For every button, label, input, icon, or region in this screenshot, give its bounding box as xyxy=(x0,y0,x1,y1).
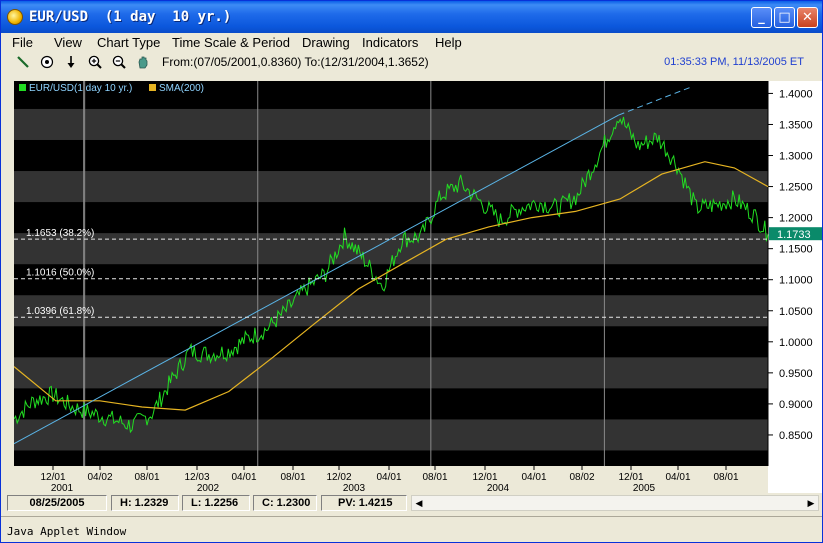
y-tick-label: 1.4000 xyxy=(779,88,813,100)
status-high: H: 1.2329 xyxy=(111,495,179,511)
clock-readout: 01:35:33 PM, 11/13/2005 ET xyxy=(664,56,804,68)
x-tick-label: 12/01 xyxy=(618,472,643,483)
applet-status-bar: Java Applet Window xyxy=(1,516,822,543)
pan-hand-icon[interactable] xyxy=(135,54,151,70)
grid-band xyxy=(14,357,768,389)
fib-level-label: 1.1016 (50.0%) xyxy=(26,268,94,279)
current-price-label: 1.1733 xyxy=(777,229,811,241)
grid-band xyxy=(14,171,768,203)
x-tick-label: 12/03 xyxy=(184,472,209,483)
year-label: 2005 xyxy=(633,483,656,493)
year-label: 2003 xyxy=(343,483,366,493)
y-tick-label: 0.9000 xyxy=(779,399,813,411)
y-tick-label: 1.3500 xyxy=(779,119,813,131)
fib-level-label: 1.0396 (61.8%) xyxy=(26,306,94,317)
minimize-button[interactable]: _ xyxy=(751,7,772,28)
grid-band xyxy=(14,295,768,327)
draw-line-icon[interactable] xyxy=(15,54,31,70)
x-tick-label: 04/01 xyxy=(231,472,256,483)
x-tick-label: 04/01 xyxy=(665,472,690,483)
app-icon xyxy=(7,9,23,25)
zoom-in-icon[interactable] xyxy=(87,54,103,70)
scroll-right-icon[interactable]: ▶ xyxy=(804,496,818,510)
y-tick-label: 0.8500 xyxy=(779,430,813,442)
x-tick-label: 12/02 xyxy=(326,472,351,483)
crosshair-icon[interactable] xyxy=(39,54,55,70)
x-tick-label: 08/02 xyxy=(569,472,594,483)
applet-label: Java Applet Window xyxy=(7,525,127,538)
legend-sma-label: SMA(200) xyxy=(159,83,204,94)
menu-file[interactable]: File xyxy=(12,35,33,50)
y-tick-label: 1.2500 xyxy=(779,182,813,194)
menu-drawing[interactable]: Drawing xyxy=(302,35,350,50)
y-tick-label: 1.1000 xyxy=(779,275,813,287)
x-tick-label: 12/01 xyxy=(472,472,497,483)
menu-bar: File View Chart Type Time Scale & Period… xyxy=(1,33,822,52)
legend-price-label: EUR/USD(1 day 10 yr.) xyxy=(29,83,132,94)
applet-window: EUR/USD (1 day 10 yr.) _ □ ✕ File View C… xyxy=(0,0,823,543)
x-tick-label: 12/01 xyxy=(40,472,65,483)
x-tick-label: 04/02 xyxy=(87,472,112,483)
menu-indicators[interactable]: Indicators xyxy=(362,35,418,50)
x-tick-label: 08/01 xyxy=(134,472,159,483)
price-chart[interactable]: 0.8500 0.9000 0.9500 1.0000 1.0500 1.1000 1.15… xyxy=(14,81,822,493)
x-tick-label: 04/01 xyxy=(521,472,546,483)
menu-chart-type[interactable]: Chart Type xyxy=(97,35,160,50)
status-close: C: 1.2300 xyxy=(253,495,317,511)
year-label: 2001 xyxy=(51,483,74,493)
scroll-left-icon[interactable]: ◀ xyxy=(412,496,426,510)
zoom-out-icon[interactable] xyxy=(111,54,127,70)
maximize-button[interactable]: □ xyxy=(774,7,795,28)
status-pv: PV: 1.4215 xyxy=(321,495,407,511)
x-tick-label: 08/01 xyxy=(280,472,305,483)
year-label: 2002 xyxy=(197,483,220,493)
status-low: L: 1.2256 xyxy=(182,495,250,511)
x-tick-label: 08/01 xyxy=(713,472,738,483)
y-tick-label: 1.0000 xyxy=(779,337,813,349)
year-label: 2004 xyxy=(487,483,510,493)
title-bar[interactable]: EUR/USD (1 day 10 yr.) _ □ ✕ xyxy=(1,1,822,33)
y-tick-label: 0.9500 xyxy=(779,368,813,380)
date-range-readout: From:(07/05/2001,0.8360) To:(12/31/2004,… xyxy=(162,55,429,69)
legend-sma-swatch xyxy=(149,84,156,91)
trend-line xyxy=(14,114,619,445)
y-tick-label: 1.1500 xyxy=(779,244,813,256)
fib-level-label: 1.1653 (38.2%) xyxy=(26,228,94,239)
toolbar: From:(07/05/2001,0.8360) To:(12/31/2004,… xyxy=(1,52,822,72)
grid-band xyxy=(14,233,768,265)
x-tick-label: 08/01 xyxy=(422,472,447,483)
menu-time-scale[interactable]: Time Scale & Period xyxy=(172,35,290,50)
close-button[interactable]: ✕ xyxy=(797,7,818,28)
y-tick-label: 1.0500 xyxy=(779,306,813,318)
y-tick-label: 1.2000 xyxy=(779,213,813,225)
arrow-down-icon[interactable] xyxy=(63,54,79,70)
menu-help[interactable]: Help xyxy=(435,35,462,50)
grid-band xyxy=(14,419,768,451)
window-title: EUR/USD (1 day 10 yr.) xyxy=(29,9,232,25)
status-date: 08/25/2005 xyxy=(7,495,107,511)
legend-price-swatch xyxy=(19,84,26,91)
y-tick-label: 1.3000 xyxy=(779,151,813,163)
grid-band xyxy=(14,108,768,140)
horizontal-scrollbar[interactable]: ◀ ▶ xyxy=(411,495,819,511)
x-tick-label: 04/01 xyxy=(376,472,401,483)
menu-view[interactable]: View xyxy=(54,35,82,50)
